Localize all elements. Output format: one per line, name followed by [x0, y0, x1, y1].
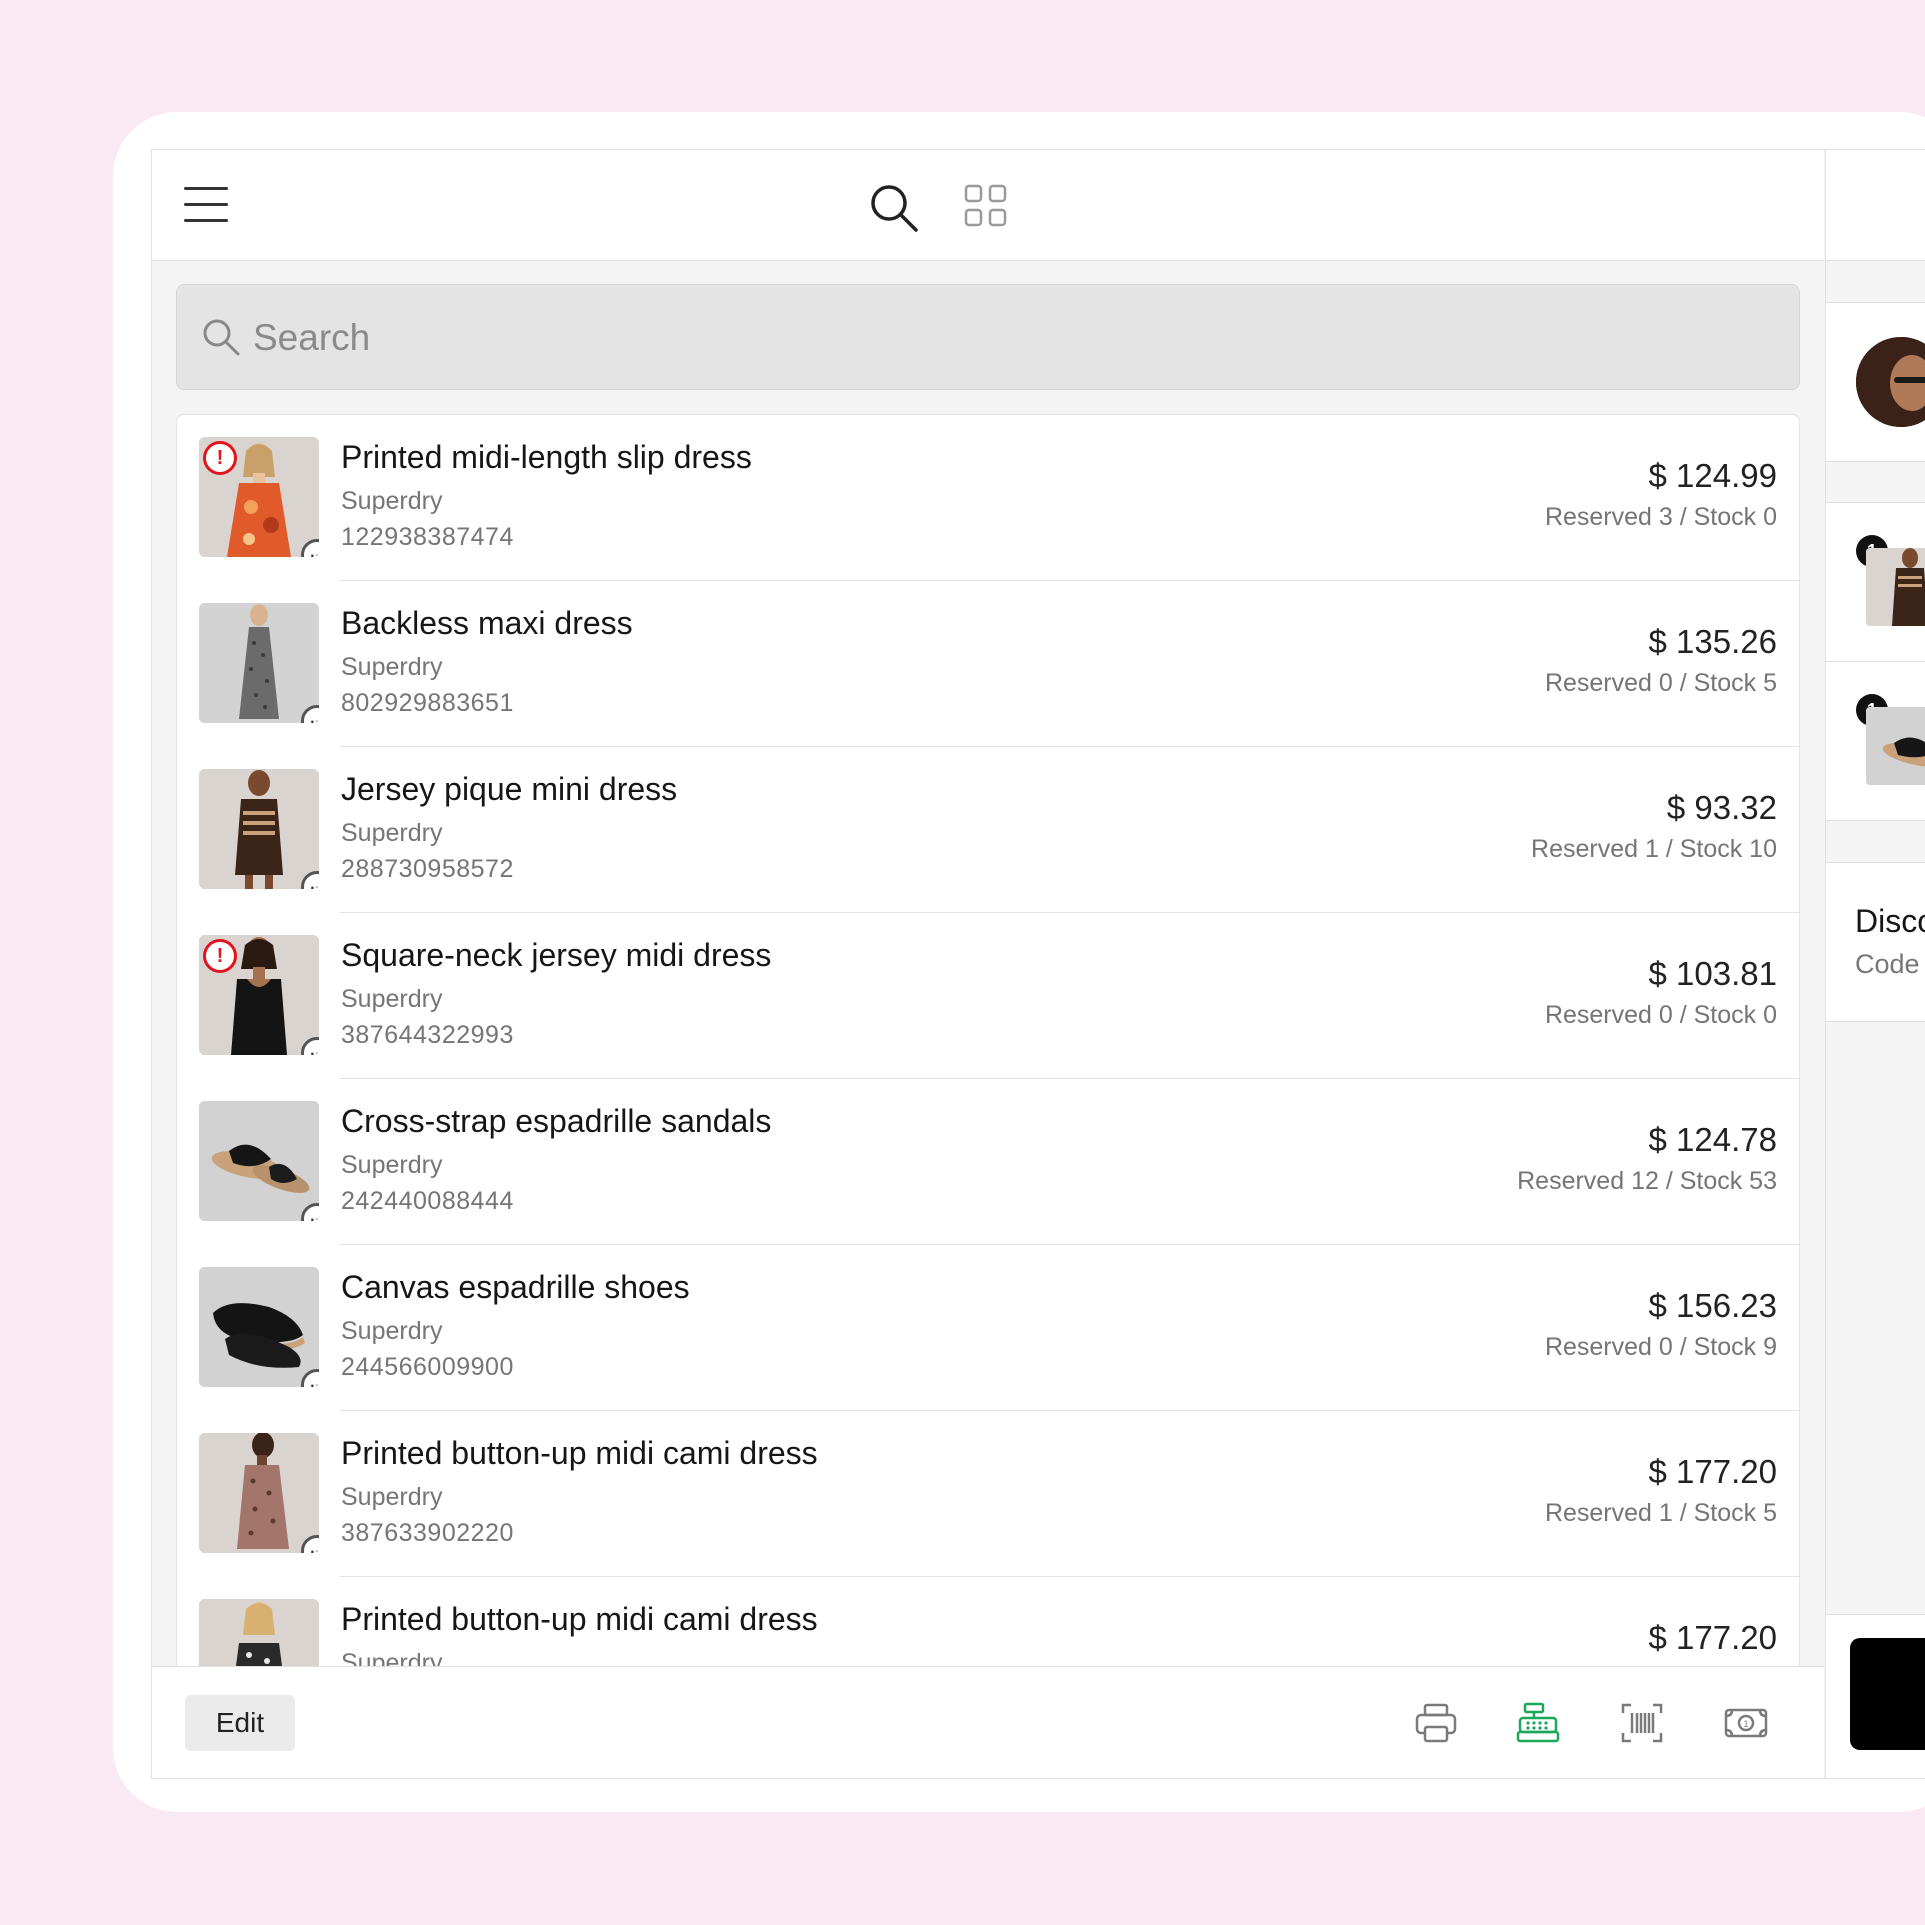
product-image: …: [199, 1433, 319, 1553]
product-price: $ 103.81: [1648, 955, 1777, 992]
list-item[interactable]: ! … Square-neck jersey midi dress Superd…: [177, 913, 1799, 1079]
search-input[interactable]: [251, 307, 1755, 369]
product-brand: Superdry: [341, 1649, 443, 1667]
product-name: Jersey pique mini dress: [341, 771, 678, 807]
product-brand: Superdry: [341, 653, 443, 681]
product-price: $ 93.32: [1666, 789, 1777, 826]
product-name: Printed button-up midi cami dress: [341, 1435, 818, 1471]
product-price: $ 124.78: [1648, 1121, 1777, 1158]
product-image: ! …: [199, 935, 319, 1055]
product-code: 288730958572: [341, 855, 514, 883]
product-brand: Superdry: [341, 985, 443, 1013]
list-item[interactable]: … Jersey pique mini dress Superdry 28873…: [177, 747, 1799, 913]
list-item[interactable]: … Cross-strap espadrille sandals Superdr…: [177, 1079, 1799, 1245]
discount-code-label: Code: [1855, 949, 1920, 979]
cart-item-image: [1866, 548, 1925, 626]
stock-alert-icon: !: [203, 441, 237, 475]
list-item[interactable]: … Printed button-up midi cami dress Supe…: [177, 1411, 1799, 1577]
product-image: …: [199, 1101, 319, 1221]
cart-panel: 1 1 Disco Code: [1825, 150, 1925, 1778]
product-code: 242440088444: [341, 1187, 514, 1215]
product-price: $ 156.23: [1648, 1287, 1777, 1324]
product-name: Cross-strap espadrille sandals: [341, 1103, 772, 1139]
product-brand: Superdry: [341, 819, 443, 847]
cart-item[interactable]: 1: [1826, 661, 1925, 821]
product-brand: Superdry: [341, 1483, 443, 1511]
cart-item[interactable]: 1: [1826, 502, 1925, 662]
product-list: ! … Printed midi-length slip dress Super…: [176, 414, 1800, 1667]
product-stock: Reserved 0 / Stock 9: [1544, 1333, 1777, 1361]
product-image: ! …: [199, 437, 319, 557]
customer-card[interactable]: [1826, 302, 1925, 462]
product-stock: Reserved 3 / Stock 0: [1544, 503, 1777, 531]
product-code: 387633902220: [341, 1519, 514, 1547]
edit-button[interactable]: Edit: [185, 1695, 295, 1751]
cash-icon[interactable]: 1: [1724, 1701, 1768, 1745]
grid-view-icon[interactable]: [964, 184, 1008, 228]
product-code: 387644322993: [341, 1021, 514, 1049]
product-brand: Superdry: [341, 1317, 443, 1345]
svg-text:1: 1: [1743, 1719, 1748, 1729]
product-stock: Reserved 0 / Stock 0: [1544, 1001, 1777, 1029]
list-item[interactable]: … Canvas espadrille shoes Superdry 24456…: [177, 1245, 1799, 1411]
search-view-icon[interactable]: [868, 182, 920, 234]
search-icon: [201, 317, 241, 357]
bottom-toolbar: Edit 1: [152, 1666, 1824, 1778]
list-item[interactable]: … Backless maxi dress Superdry 802929883…: [177, 581, 1799, 747]
product-stock: Reserved 1 / Stock 5: [1544, 1499, 1777, 1527]
product-stock: Reserved 1 / Stock 10: [1531, 835, 1777, 863]
printer-icon[interactable]: [1414, 1701, 1458, 1745]
product-brand: Superdry: [341, 487, 443, 515]
cash-register-icon[interactable]: [1516, 1701, 1560, 1745]
product-code: 122938387474: [341, 523, 514, 551]
product-image: [199, 1599, 319, 1667]
product-name: Printed midi-length slip dress: [341, 439, 752, 475]
product-image: …: [199, 603, 319, 723]
top-bar: [152, 150, 1824, 261]
checkout-button[interactable]: [1850, 1638, 1925, 1750]
product-image: …: [199, 1267, 319, 1387]
product-price: $ 124.99: [1648, 457, 1777, 494]
discount-card[interactable]: Disco Code: [1826, 862, 1925, 1022]
product-name: Printed button-up midi cami dress: [341, 1601, 818, 1637]
product-price: $ 135.26: [1648, 623, 1777, 660]
product-name: Backless maxi dress: [341, 605, 633, 641]
customer-avatar: [1856, 337, 1925, 427]
product-image: …: [199, 769, 319, 889]
cart-header: [1826, 150, 1925, 261]
product-name: Square-neck jersey midi dress: [341, 937, 772, 973]
product-name: Canvas espadrille shoes: [341, 1269, 690, 1305]
barcode-scanner-icon[interactable]: [1620, 1701, 1664, 1745]
search-bar[interactable]: [176, 284, 1800, 390]
discount-title: Disco: [1855, 903, 1925, 939]
product-price: $ 177.20: [1648, 1619, 1777, 1656]
list-item[interactable]: Printed button-up midi cami dress Superd…: [177, 1577, 1799, 1667]
hamburger-menu-icon[interactable]: [184, 185, 228, 225]
product-code: 244566009900: [341, 1353, 514, 1381]
cart-item-image: [1866, 707, 1925, 785]
product-code: 802929883651: [341, 689, 514, 717]
product-price: $ 177.20: [1648, 1453, 1777, 1490]
product-stock: Reserved 0 / Stock 5: [1544, 669, 1777, 697]
product-stock: Reserved 12 / Stock 53: [1517, 1167, 1777, 1195]
stock-alert-icon: !: [203, 939, 237, 973]
product-brand: Superdry: [341, 1151, 443, 1179]
list-item[interactable]: ! … Printed midi-length slip dress Super…: [177, 415, 1799, 581]
pos-screen: ! … Printed midi-length slip dress Super…: [151, 149, 1925, 1779]
